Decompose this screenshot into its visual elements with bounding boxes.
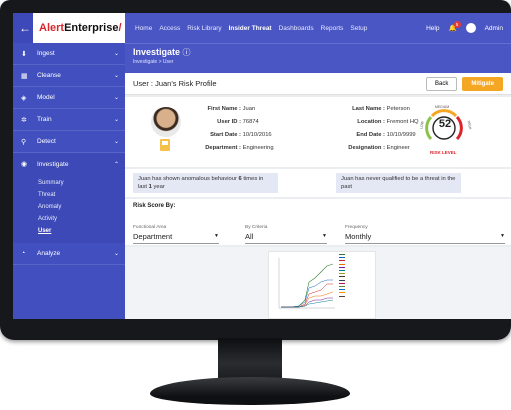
bell-icon[interactable]: 🔔 5	[448, 21, 461, 32]
profile-title-bar: User : Juan's Risk Profile Back Mitigate	[125, 73, 511, 95]
back-button[interactable]: Back	[425, 76, 458, 91]
mitigate-button[interactable]: Mitigate	[462, 76, 503, 91]
sidebar-item-train[interactable]: ✲ Train ⌄	[13, 109, 125, 131]
detect-icon: ⚲	[21, 138, 27, 146]
profile-title: User : Juan's Risk Profile	[133, 79, 217, 88]
risk-score-title: Risk Score By:	[133, 203, 176, 209]
sidebar-item-detect[interactable]: ⚲ Detect ⌄	[13, 131, 125, 153]
brand-logo: AlertEnterprise/	[39, 22, 122, 34]
sidebar: ⬇ Ingest ⌄ ▦ Cleanse ⌄ ◈ Model ⌄ ✲ Train ⌄ ⚲ Dete…	[13, 43, 125, 319]
sidebar-item-cleanse[interactable]: ▦ Cleanse ⌄	[13, 65, 125, 87]
monitor-frame: ← AlertEnterprise/ Home Access Risk Libr…	[0, 0, 511, 340]
sidebar-subitem-anomaly[interactable]: Anomaly	[13, 201, 125, 213]
start-date-row: Start Date : 10/10/2016	[210, 132, 272, 138]
criteria-select[interactable]: All ▼	[245, 232, 327, 244]
risk-score-panel: Risk Score By: Functional Area Departmen…	[125, 199, 511, 245]
criteria-label: By Criteria	[245, 225, 268, 230]
chevron-up-icon: ⌃	[113, 161, 119, 168]
brand-area: ← AlertEnterprise/	[13, 13, 125, 43]
nav-home[interactable]: Home	[135, 25, 152, 32]
chevron-down-icon: ⌄	[113, 251, 119, 257]
ingest-icon: ⬇	[21, 50, 27, 58]
gauge-high-label: HIGH	[466, 120, 473, 130]
page-header: Investigate ⓘ Investigate > User	[125, 43, 511, 73]
threat-history-alert: Juan has never qualified to be a threat …	[336, 173, 461, 193]
back-arrow-icon[interactable]: ←	[19, 21, 33, 35]
screen: ← AlertEnterprise/ Home Access Risk Libr…	[13, 13, 511, 319]
profile-card: First Name : Juan User ID : 76874 Start …	[125, 97, 511, 167]
chevron-down-icon: ⌄	[113, 73, 119, 79]
nav-dashboards[interactable]: Dashboards	[279, 25, 314, 32]
chevron-down-icon: ⌄	[113, 51, 119, 57]
risk-score-value: 52	[438, 118, 452, 130]
chart-area	[125, 247, 511, 319]
sidebar-item-analyze[interactable]: ◔ Analyze ⌄	[13, 243, 125, 265]
anomaly-alert: Juan has shown anomalous behaviour 6 tim…	[133, 173, 278, 193]
user-id-row: User ID : 76874	[217, 119, 259, 125]
sidebar-subitem-summary[interactable]: Summary	[13, 177, 125, 189]
nav-setup[interactable]: Setup	[350, 25, 367, 32]
model-icon: ◈	[21, 94, 27, 102]
sidebar-item-model[interactable]: ◈ Model ⌄	[13, 87, 125, 109]
chevron-down-icon: ⌄	[113, 117, 119, 123]
top-bar: ← AlertEnterprise/ Home Access Risk Libr…	[13, 13, 511, 43]
header-tools: Help 🔔 5 Admin	[426, 21, 511, 33]
investigate-submenu: Summary Threat Anomaly Activity User	[13, 175, 125, 243]
nav-insider-threat[interactable]: Insider Threat	[229, 25, 272, 32]
user-menu[interactable]: Admin	[485, 25, 503, 32]
nav-reports[interactable]: Reports	[321, 25, 344, 32]
help-circle-icon[interactable]: ⓘ	[183, 48, 191, 57]
designation-row: Designation : Engineer	[348, 145, 410, 151]
caret-down-icon: ▼	[214, 233, 219, 239]
monitor-stand	[150, 377, 350, 405]
user-photo	[151, 107, 181, 137]
legend-entry	[339, 295, 346, 299]
sidebar-subitem-user[interactable]: User	[13, 225, 125, 237]
chevron-down-icon: ⌄	[113, 95, 119, 101]
gauge-medium-label: MEDIUM	[435, 105, 450, 109]
risk-trend-chart	[268, 251, 376, 319]
nav-access[interactable]: Access	[159, 25, 180, 32]
caret-down-icon: ▼	[322, 233, 327, 239]
nav-risk-library[interactable]: Risk Library	[187, 25, 221, 32]
notification-badge: 5	[453, 21, 461, 28]
chart-legend	[339, 254, 346, 299]
id-badge-icon	[160, 139, 170, 151]
user-avatar-icon[interactable]	[465, 23, 476, 33]
train-icon: ✲	[21, 116, 27, 124]
chevron-down-icon: ⌄	[113, 139, 119, 145]
last-name-row: Last Name : Peterson	[352, 106, 410, 112]
sidebar-subitem-threat[interactable]: Threat	[13, 189, 125, 201]
help-link[interactable]: Help	[426, 25, 439, 32]
location-row: Location : Fremont HQ	[357, 119, 419, 125]
end-date-row: End Date : 10/10/9999	[356, 132, 416, 138]
first-name-row: First Name : Juan	[207, 106, 256, 112]
sidebar-item-investigate[interactable]: ◉ Investigate ⌃	[13, 153, 125, 175]
sidebar-subitem-activity[interactable]: Activity	[13, 213, 125, 225]
monitor-neck	[218, 338, 282, 380]
frequency-select[interactable]: Monthly ▼	[345, 232, 505, 244]
functional-area-select[interactable]: Department ▼	[133, 232, 219, 244]
main-nav: Home Access Risk Library Insider Threat …	[135, 25, 367, 32]
department-row: Department : Engineering	[205, 145, 274, 151]
eye-icon: ◉	[21, 161, 28, 168]
risk-level-label: RISK LEVEL	[430, 150, 457, 155]
sidebar-item-ingest[interactable]: ⬇ Ingest ⌄	[13, 43, 125, 65]
trend-plot	[278, 258, 335, 309]
main-content: Investigate ⓘ Investigate > User User : …	[125, 43, 511, 319]
functional-area-label: Functional Area	[133, 225, 167, 230]
frequency-label: Frequency	[345, 225, 368, 230]
alerts-row: Juan has shown anomalous behaviour 6 tim…	[125, 169, 511, 197]
cleanse-icon: ▦	[21, 72, 28, 80]
page-title: Investigate ⓘ	[133, 47, 191, 57]
breadcrumb: Investigate > User	[133, 59, 174, 65]
analyze-icon: ◔	[21, 250, 26, 257]
caret-down-icon: ▼	[500, 233, 505, 239]
